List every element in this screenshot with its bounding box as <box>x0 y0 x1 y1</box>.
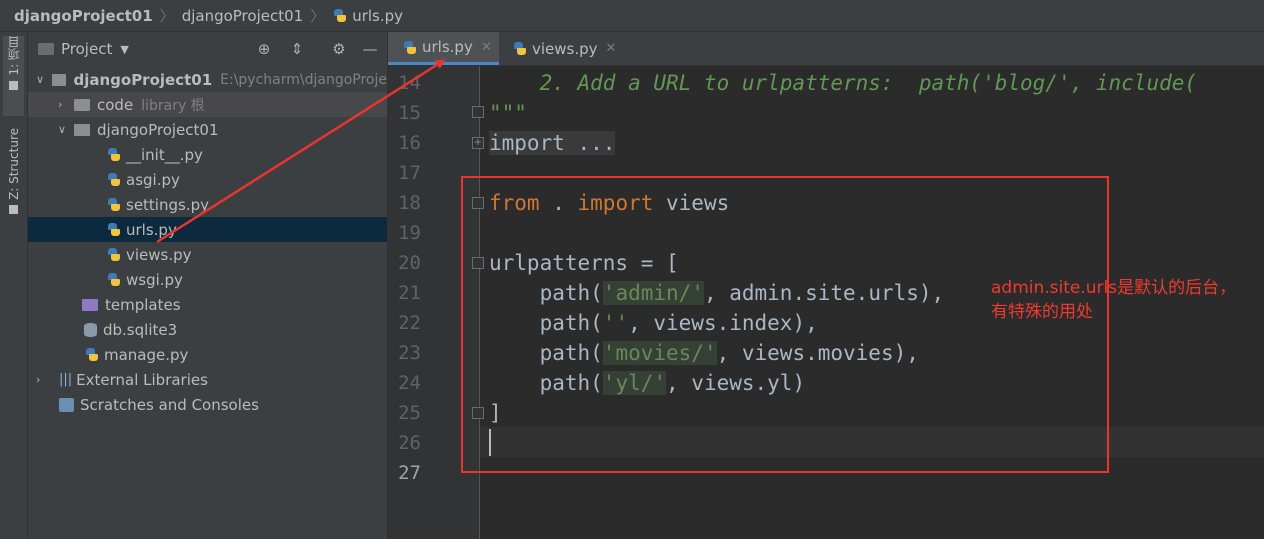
annotation-arrow <box>156 59 446 244</box>
